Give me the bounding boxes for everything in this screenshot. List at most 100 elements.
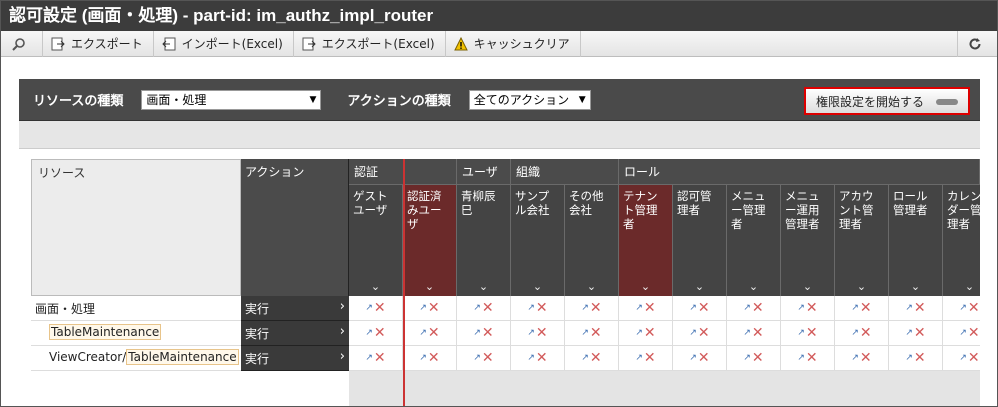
column-header[interactable]: テナント管理者 ⌄: [619, 185, 673, 296]
link-icon: ↗: [743, 328, 751, 338]
chevron-down-icon[interactable]: ⌄: [781, 280, 834, 294]
link-icon: ↗: [365, 353, 373, 363]
link-icon: ↗: [419, 353, 427, 363]
link-icon: ↗: [419, 303, 427, 313]
permission-cell[interactable]: ↗ ✕: [727, 321, 781, 346]
permission-cell[interactable]: ↗ ✕: [835, 321, 889, 346]
permission-cell[interactable]: ↗ ✕: [889, 321, 943, 346]
chevron-down-icon[interactable]: ⌄: [889, 280, 942, 294]
permission-cell[interactable]: ↗ ✕: [565, 321, 619, 346]
deny-icon: ✕: [589, 350, 602, 366]
export-label: エクスポート: [71, 37, 143, 51]
chevron-down-icon[interactable]: ⌄: [565, 280, 618, 294]
warning-icon: [453, 36, 468, 51]
permission-cell[interactable]: ↗ ✕: [943, 296, 980, 321]
permission-cell[interactable]: ↗ ✕: [511, 296, 565, 321]
chevron-down-icon[interactable]: ⌄: [457, 280, 510, 294]
column-header[interactable]: メニュー管理者 ⌄: [727, 185, 781, 296]
permission-cell[interactable]: ↗ ✕: [673, 321, 727, 346]
permission-cell[interactable]: ↗ ✕: [727, 346, 781, 371]
column-header[interactable]: 認可管理者 ⌄: [673, 185, 727, 296]
deny-icon: ✕: [697, 350, 710, 366]
chevron-down-icon[interactable]: ⌄: [349, 280, 402, 294]
column-header[interactable]: ゲストユーザ ⌄: [349, 185, 403, 296]
permission-cell[interactable]: ↗ ✕: [349, 321, 403, 346]
export-button[interactable]: エクスポート: [43, 30, 154, 57]
permission-cell[interactable]: ↗ ✕: [511, 321, 565, 346]
permission-cell[interactable]: ↗ ✕: [457, 321, 511, 346]
start-permission-button[interactable]: 権限設定を開始する: [804, 87, 970, 115]
permission-cell[interactable]: ↗ ✕: [403, 346, 457, 371]
permission-cell[interactable]: ↗ ✕: [619, 296, 673, 321]
permission-cell[interactable]: ↗ ✕: [835, 346, 889, 371]
column-header[interactable]: 認証済みユーザ ⌄: [403, 185, 457, 296]
permission-cell[interactable]: ↗ ✕: [403, 296, 457, 321]
export-excel-button[interactable]: エクスポート(Excel): [294, 30, 446, 57]
deny-icon: ✕: [481, 350, 494, 366]
permission-cell[interactable]: ↗ ✕: [781, 346, 835, 371]
dropdown-arrow-icon: ▼: [309, 94, 317, 105]
chevron-down-icon[interactable]: ⌄: [727, 280, 780, 294]
permission-cell[interactable]: ↗ ✕: [943, 346, 980, 371]
link-icon: ↗: [797, 328, 805, 338]
permission-cell[interactable]: ↗ ✕: [889, 346, 943, 371]
permission-cell[interactable]: ↗ ✕: [943, 321, 980, 346]
action-cell[interactable]: 実行 ›: [241, 296, 349, 321]
column-header[interactable]: カレンダー管理者 ⌄: [943, 185, 980, 296]
link-icon: ↗: [905, 353, 913, 363]
column-header-label: サンプル会社: [515, 189, 550, 217]
action-cell[interactable]: 実行 ›: [241, 321, 349, 346]
column-header[interactable]: メニュー運用管理者 ⌄: [781, 185, 835, 296]
resource-type-select[interactable]: 画面・処理 ▼: [141, 89, 322, 110]
import-excel-button[interactable]: インポート(Excel): [154, 30, 294, 57]
permission-cell[interactable]: ↗ ✕: [565, 296, 619, 321]
chevron-down-icon[interactable]: ⌄: [511, 280, 564, 294]
column-header-label: その他会社: [569, 189, 604, 217]
column-header[interactable]: サンプル会社 ⌄: [511, 185, 565, 296]
action-cell[interactable]: 実行 ›: [241, 346, 349, 371]
chevron-down-icon[interactable]: ⌄: [835, 280, 888, 294]
refresh-button[interactable]: [957, 31, 997, 57]
column-header[interactable]: 青柳辰巳 ⌄: [457, 185, 511, 296]
column-header[interactable]: アカウント管理者 ⌄: [835, 185, 889, 296]
chevron-down-icon[interactable]: ⌄: [673, 280, 726, 294]
permission-cell[interactable]: ↗ ✕: [889, 296, 943, 321]
deny-icon: ✕: [373, 325, 386, 341]
deny-icon: ✕: [535, 350, 548, 366]
permission-cell[interactable]: ↗ ✕: [835, 296, 889, 321]
column-header-label: 認可管理者: [677, 189, 712, 217]
permission-cell[interactable]: ↗ ✕: [457, 346, 511, 371]
permission-cell[interactable]: ↗ ✕: [781, 321, 835, 346]
permission-cell[interactable]: ↗ ✕: [673, 296, 727, 321]
permission-cell[interactable]: ↗ ✕: [349, 346, 403, 371]
permission-cell[interactable]: ↗ ✕: [565, 346, 619, 371]
deny-icon: ✕: [373, 300, 386, 316]
table-row: ViewCreator/TableMaintenance 実行 › ↗ ✕ ↗ ✕ ↗ ✕ ↗ ✕ ↗…: [31, 346, 980, 371]
permission-cell[interactable]: ↗ ✕: [349, 296, 403, 321]
deny-icon: ✕: [589, 300, 602, 316]
permission-cell[interactable]: ↗ ✕: [511, 346, 565, 371]
column-header[interactable]: その他会社 ⌄: [565, 185, 619, 296]
permission-cell[interactable]: ↗ ✕: [403, 321, 457, 346]
window: 認可設定 (画面・処理) - part-id: im_authz_impl_ro…: [0, 0, 998, 407]
permission-cell[interactable]: ↗ ✕: [727, 296, 781, 321]
toolbar: エクスポート インポート(Excel) エクスポート(Excel) キャッシュク…: [1, 30, 997, 57]
permission-cell[interactable]: ↗ ✕: [673, 346, 727, 371]
permission-cell[interactable]: ↗ ✕: [457, 296, 511, 321]
permission-cell[interactable]: ↗ ✕: [619, 346, 673, 371]
cache-clear-button[interactable]: キャッシュクリア: [446, 30, 581, 57]
action-type-select[interactable]: 全てのアクション ▼: [468, 89, 591, 110]
chevron-down-icon[interactable]: ⌄: [619, 280, 672, 294]
column-header[interactable]: ロール管理者 ⌄: [889, 185, 943, 296]
chevron-down-icon[interactable]: ⌄: [943, 280, 980, 294]
permission-cell[interactable]: ↗ ✕: [619, 321, 673, 346]
permission-cell[interactable]: ↗ ✕: [781, 296, 835, 321]
search-button[interactable]: [1, 30, 43, 57]
column-header-label: メニュー管理者: [731, 189, 766, 231]
action-label: 実行: [245, 327, 270, 341]
link-icon: ↗: [689, 353, 697, 363]
link-icon: ↗: [635, 328, 643, 338]
link-icon: ↗: [419, 328, 427, 338]
deny-icon: ✕: [697, 300, 710, 316]
chevron-down-icon[interactable]: ⌄: [403, 280, 456, 294]
